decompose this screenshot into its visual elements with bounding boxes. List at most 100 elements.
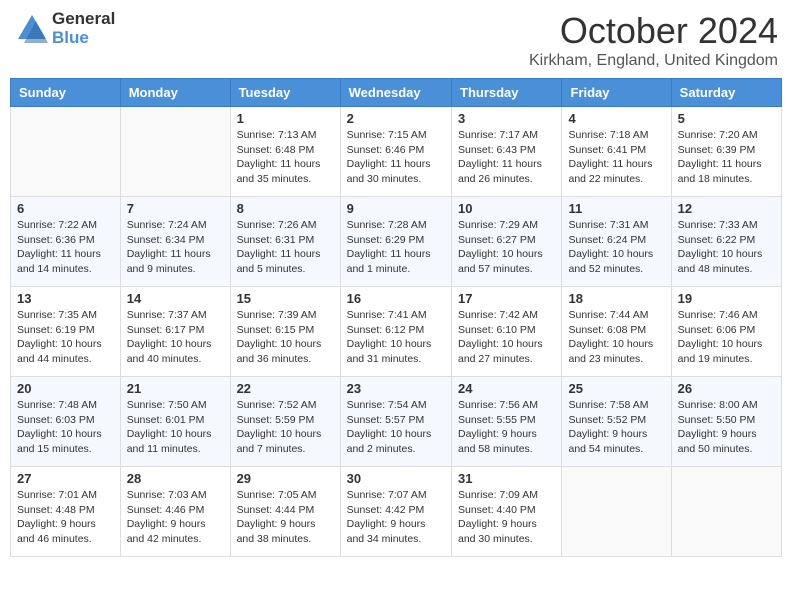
calendar-week-row: 1 Sunrise: 7:13 AMSunset: 6:48 PMDaylight… bbox=[11, 107, 782, 197]
day-number: 26 bbox=[678, 381, 775, 396]
calendar-cell: 1 Sunrise: 7:13 AMSunset: 6:48 PMDaylight… bbox=[230, 107, 340, 197]
day-number: 4 bbox=[568, 111, 664, 126]
day-info: Sunrise: 7:03 AMSunset: 4:46 PMDaylight:… bbox=[127, 488, 224, 547]
calendar-cell: 22 Sunrise: 7:52 AMSunset: 5:59 PMDayligh… bbox=[230, 377, 340, 467]
calendar-cell: 11Sunrise: 7:31 AMSunset: 6:24 PMDayligh… bbox=[562, 197, 671, 287]
calendar-cell: 3 Sunrise: 7:17 AMSunset: 6:43 PMDaylight… bbox=[452, 107, 562, 197]
calendar-header-row: SundayMondayTuesdayWednesdayThursdayFrid… bbox=[11, 79, 782, 107]
location: Kirkham, England, United Kingdom bbox=[529, 52, 778, 70]
day-info: Sunrise: 7:48 AMSunset: 6:03 PMDaylight:… bbox=[17, 398, 114, 457]
day-info: Sunrise: 7:18 AMSunset: 6:41 PMDaylight:… bbox=[568, 128, 664, 187]
calendar-cell: 14Sunrise: 7:37 AMSunset: 6:17 PMDayligh… bbox=[120, 287, 230, 377]
calendar-cell: 30 Sunrise: 7:07 AMSunset: 4:42 PMDayligh… bbox=[340, 467, 451, 557]
calendar-cell: 18 Sunrise: 7:44 AMSunset: 6:08 PMDayligh… bbox=[562, 287, 671, 377]
calendar-cell: 20 Sunrise: 7:48 AMSunset: 6:03 PMDayligh… bbox=[11, 377, 121, 467]
day-info: Sunrise: 7:44 AMSunset: 6:08 PMDaylight:… bbox=[568, 308, 664, 367]
calendar-cell: 6 Sunrise: 7:22 AMSunset: 6:36 PMDaylight… bbox=[11, 197, 121, 287]
calendar-cell bbox=[120, 107, 230, 197]
day-number: 29 bbox=[237, 471, 334, 486]
calendar-cell: 26 Sunrise: 8:00 AMSunset: 5:50 PMDayligh… bbox=[671, 377, 781, 467]
day-info: Sunrise: 7:33 AMSunset: 6:22 PMDaylight:… bbox=[678, 218, 775, 277]
calendar-cell: 19Sunrise: 7:46 AMSunset: 6:06 PMDayligh… bbox=[671, 287, 781, 377]
day-number: 24 bbox=[458, 381, 555, 396]
day-info: Sunrise: 7:01 AMSunset: 4:48 PMDaylight:… bbox=[17, 488, 114, 547]
day-info: Sunrise: 7:50 AMSunset: 6:01 PMDaylight:… bbox=[127, 398, 224, 457]
day-info: Sunrise: 7:28 AMSunset: 6:29 PMDaylight:… bbox=[347, 218, 445, 277]
calendar-cell: 29 Sunrise: 7:05 AMSunset: 4:44 PMDayligh… bbox=[230, 467, 340, 557]
day-number: 8 bbox=[237, 201, 334, 216]
day-info: Sunrise: 7:24 AMSunset: 6:34 PMDaylight:… bbox=[127, 218, 224, 277]
logo-general: General bbox=[52, 10, 115, 29]
day-info: Sunrise: 8:00 AMSunset: 5:50 PMDaylight:… bbox=[678, 398, 775, 457]
day-number: 5 bbox=[678, 111, 775, 126]
calendar-cell: 7 Sunrise: 7:24 AMSunset: 6:34 PMDaylight… bbox=[120, 197, 230, 287]
calendar-cell: 31Sunrise: 7:09 AMSunset: 4:40 PMDayligh… bbox=[452, 467, 562, 557]
day-number: 15 bbox=[237, 291, 334, 306]
calendar-cell: 12 Sunrise: 7:33 AMSunset: 6:22 PMDayligh… bbox=[671, 197, 781, 287]
calendar-week-row: 27Sunrise: 7:01 AMSunset: 4:48 PMDayligh… bbox=[11, 467, 782, 557]
calendar-cell: 13Sunrise: 7:35 AMSunset: 6:19 PMDayligh… bbox=[11, 287, 121, 377]
day-info: Sunrise: 7:56 AMSunset: 5:55 PMDaylight:… bbox=[458, 398, 555, 457]
day-number: 12 bbox=[678, 201, 775, 216]
header-sunday: Sunday bbox=[11, 79, 121, 107]
calendar-week-row: 13Sunrise: 7:35 AMSunset: 6:19 PMDayligh… bbox=[11, 287, 782, 377]
calendar-cell: 23Sunrise: 7:54 AMSunset: 5:57 PMDayligh… bbox=[340, 377, 451, 467]
day-info: Sunrise: 7:17 AMSunset: 6:43 PMDaylight:… bbox=[458, 128, 555, 187]
logo-icon bbox=[14, 11, 50, 47]
header-saturday: Saturday bbox=[671, 79, 781, 107]
day-number: 28 bbox=[127, 471, 224, 486]
day-number: 6 bbox=[17, 201, 114, 216]
day-info: Sunrise: 7:13 AMSunset: 6:48 PMDaylight:… bbox=[237, 128, 334, 187]
calendar-cell: 5 Sunrise: 7:20 AMSunset: 6:39 PMDaylight… bbox=[671, 107, 781, 197]
calendar-week-row: 6 Sunrise: 7:22 AMSunset: 6:36 PMDaylight… bbox=[11, 197, 782, 287]
header-tuesday: Tuesday bbox=[230, 79, 340, 107]
day-number: 7 bbox=[127, 201, 224, 216]
day-info: Sunrise: 7:05 AMSunset: 4:44 PMDaylight:… bbox=[237, 488, 334, 547]
title-section: October 2024 Kirkham, England, United Ki… bbox=[529, 10, 778, 70]
calendar-cell: 15Sunrise: 7:39 AMSunset: 6:15 PMDayligh… bbox=[230, 287, 340, 377]
calendar-cell: 27Sunrise: 7:01 AMSunset: 4:48 PMDayligh… bbox=[11, 467, 121, 557]
day-info: Sunrise: 7:15 AMSunset: 6:46 PMDaylight:… bbox=[347, 128, 445, 187]
calendar-cell: 9 Sunrise: 7:28 AMSunset: 6:29 PMDaylight… bbox=[340, 197, 451, 287]
day-info: Sunrise: 7:41 AMSunset: 6:12 PMDaylight:… bbox=[347, 308, 445, 367]
day-number: 21 bbox=[127, 381, 224, 396]
calendar-cell: 8 Sunrise: 7:26 AMSunset: 6:31 PMDaylight… bbox=[230, 197, 340, 287]
calendar-cell bbox=[11, 107, 121, 197]
day-info: Sunrise: 7:37 AMSunset: 6:17 PMDaylight:… bbox=[127, 308, 224, 367]
day-number: 9 bbox=[347, 201, 445, 216]
day-info: Sunrise: 7:22 AMSunset: 6:36 PMDaylight:… bbox=[17, 218, 114, 277]
day-info: Sunrise: 7:26 AMSunset: 6:31 PMDaylight:… bbox=[237, 218, 334, 277]
calendar-cell: 10Sunrise: 7:29 AMSunset: 6:27 PMDayligh… bbox=[452, 197, 562, 287]
calendar-cell: 28 Sunrise: 7:03 AMSunset: 4:46 PMDayligh… bbox=[120, 467, 230, 557]
header-monday: Monday bbox=[120, 79, 230, 107]
day-info: Sunrise: 7:52 AMSunset: 5:59 PMDaylight:… bbox=[237, 398, 334, 457]
header-friday: Friday bbox=[562, 79, 671, 107]
calendar-cell: 24 Sunrise: 7:56 AMSunset: 5:55 PMDayligh… bbox=[452, 377, 562, 467]
day-number: 30 bbox=[347, 471, 445, 486]
calendar-cell: 16 Sunrise: 7:41 AMSunset: 6:12 PMDayligh… bbox=[340, 287, 451, 377]
calendar-week-row: 20 Sunrise: 7:48 AMSunset: 6:03 PMDayligh… bbox=[11, 377, 782, 467]
header-wednesday: Wednesday bbox=[340, 79, 451, 107]
day-number: 18 bbox=[568, 291, 664, 306]
day-number: 23 bbox=[347, 381, 445, 396]
calendar-cell: 21 Sunrise: 7:50 AMSunset: 6:01 PMDayligh… bbox=[120, 377, 230, 467]
calendar-table: SundayMondayTuesdayWednesdayThursdayFrid… bbox=[10, 78, 782, 557]
day-info: Sunrise: 7:58 AMSunset: 5:52 PMDaylight:… bbox=[568, 398, 664, 457]
calendar-cell: 2Sunrise: 7:15 AMSunset: 6:46 PMDaylight… bbox=[340, 107, 451, 197]
page-header: General Blue October 2024 Kirkham, Engla… bbox=[10, 10, 782, 70]
day-info: Sunrise: 7:07 AMSunset: 4:42 PMDaylight:… bbox=[347, 488, 445, 547]
day-number: 22 bbox=[237, 381, 334, 396]
day-number: 1 bbox=[237, 111, 334, 126]
day-number: 13 bbox=[17, 291, 114, 306]
day-number: 11 bbox=[568, 201, 664, 216]
day-number: 16 bbox=[347, 291, 445, 306]
day-info: Sunrise: 7:20 AMSunset: 6:39 PMDaylight:… bbox=[678, 128, 775, 187]
day-number: 20 bbox=[17, 381, 114, 396]
day-number: 3 bbox=[458, 111, 555, 126]
header-thursday: Thursday bbox=[452, 79, 562, 107]
day-number: 31 bbox=[458, 471, 555, 486]
day-info: Sunrise: 7:42 AMSunset: 6:10 PMDaylight:… bbox=[458, 308, 555, 367]
day-info: Sunrise: 7:46 AMSunset: 6:06 PMDaylight:… bbox=[678, 308, 775, 367]
calendar-cell: 4 Sunrise: 7:18 AMSunset: 6:41 PMDaylight… bbox=[562, 107, 671, 197]
calendar-cell bbox=[671, 467, 781, 557]
